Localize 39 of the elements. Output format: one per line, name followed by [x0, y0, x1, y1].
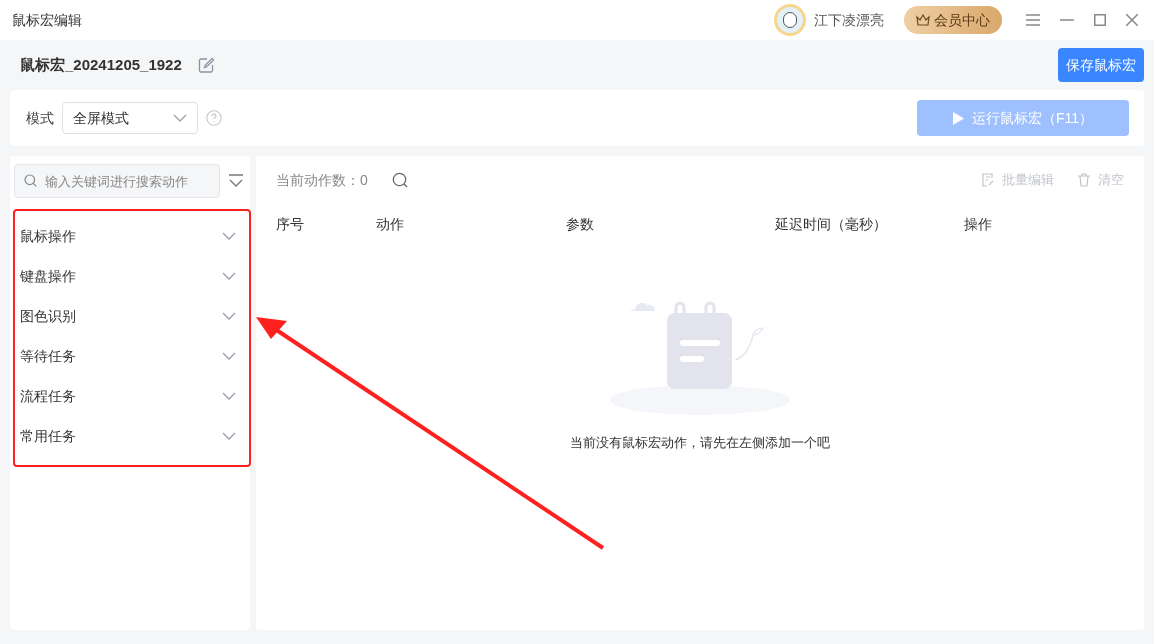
empty-message: 当前没有鼠标宏动作，请先在左侧添加一个吧	[570, 434, 830, 452]
chevron-icon	[222, 312, 236, 320]
column-header: 序号	[276, 214, 305, 234]
vip-button[interactable]: 会员中心	[904, 6, 1002, 34]
column-header: 延迟时间（毫秒）	[775, 214, 888, 234]
category-item[interactable]: 等待任务	[20, 336, 240, 376]
avatar-icon[interactable]	[774, 4, 806, 36]
mode-select[interactable]: 全屏模式	[62, 102, 198, 134]
window-title: 鼠标宏编辑	[12, 10, 82, 30]
category-item[interactable]: 键盘操作	[20, 256, 240, 296]
search-icon	[24, 174, 37, 187]
search-icon[interactable]	[391, 172, 408, 188]
category-item[interactable]: 流程任务	[20, 376, 240, 416]
chevron-icon	[222, 352, 236, 360]
column-header: 参数	[566, 214, 595, 234]
edit-icon[interactable]	[197, 56, 215, 74]
column-header: 操作	[964, 214, 993, 234]
column-header: 动作	[376, 214, 405, 234]
collapse-icon[interactable]	[228, 174, 244, 188]
mode-label: 模式	[26, 108, 54, 128]
macro-name: 鼠标宏_20241205_1922	[20, 54, 182, 75]
chevron-icon	[173, 114, 187, 122]
menu-icon[interactable]	[1026, 14, 1040, 26]
chevron-icon	[222, 232, 236, 240]
category-item[interactable]: 图色识别	[20, 296, 240, 336]
document-edit-icon	[982, 173, 994, 187]
trash-icon	[1078, 173, 1090, 187]
chevron-icon	[222, 432, 236, 440]
chevron-icon	[222, 392, 236, 400]
close-icon[interactable]	[1126, 14, 1138, 26]
chevron-icon	[222, 272, 236, 280]
crown-icon	[916, 14, 930, 26]
action-count: 当前动作数：0	[276, 170, 368, 190]
maximize-icon[interactable]	[1094, 14, 1106, 26]
category-item[interactable]: 常用任务	[20, 416, 240, 456]
category-item[interactable]: 鼠标操作	[20, 216, 240, 256]
search-field[interactable]: 输入关键词进行搜索动作	[14, 164, 220, 198]
play-icon	[952, 111, 964, 125]
user-name[interactable]: 江下凌漂亮	[814, 9, 884, 31]
